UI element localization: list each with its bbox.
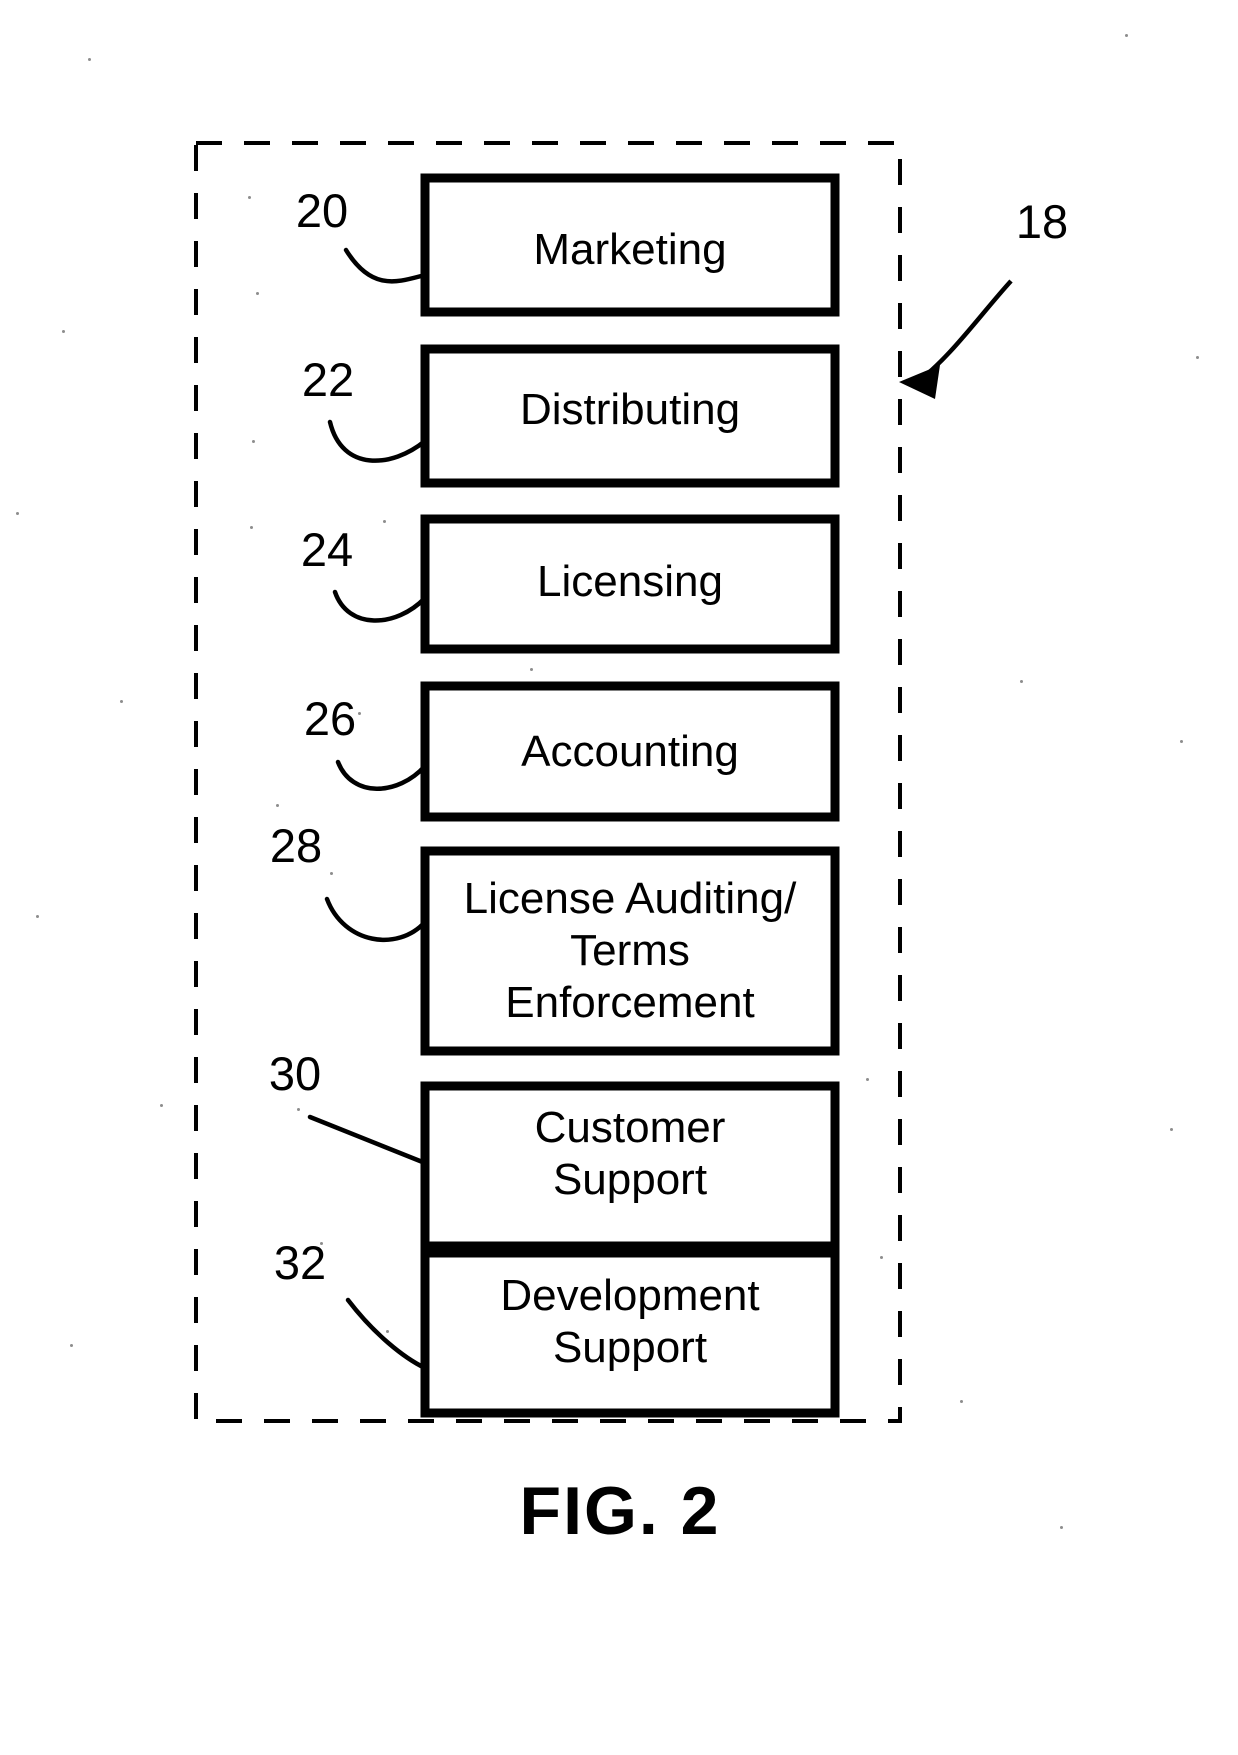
leader-line-26 [335,759,428,791]
node-label-development-support-line2: Support [553,1323,707,1372]
leader-line-20 [343,247,428,284]
patent-figure-page: 18 Marketing 20 Distributing 22 Licensin… [0,0,1238,1755]
reference-numeral-18: 18 [1016,195,1068,248]
node-group-30[interactable]: Customer Support 30 [269,1047,840,1251]
node-label-license-auditing-line3: Enforcement [505,978,754,1027]
node-group-20[interactable]: Marketing 20 [296,173,840,317]
leader-line-32 [345,1297,428,1371]
node-label-marketing: Marketing [533,225,726,274]
leader-line-24 [332,589,428,623]
node-label-customer-support-line2: Support [553,1155,707,1204]
leader-line-22 [327,419,428,463]
node-group-22[interactable]: Distributing 22 [302,344,840,488]
reference-numeral-26: 26 [304,692,356,745]
node-group-28[interactable]: License Auditing/ Terms Enforcement 28 [270,819,840,1056]
leader-line-28 [324,896,428,943]
node-group-32[interactable]: Development Support 32 [274,1236,840,1418]
reference-numeral-32: 32 [274,1236,326,1289]
reference-numeral-20: 20 [296,184,348,237]
figure-canvas: 18 Marketing 20 Distributing 22 Licensin… [194,141,1068,1549]
node-label-license-auditing-line1: License Auditing/ [464,874,797,923]
reference-numeral-28: 28 [270,819,322,872]
node-group-26[interactable]: Accounting 26 [304,681,840,822]
reference-numeral-22: 22 [302,353,354,406]
reference-18-arrowhead [899,365,940,399]
reference-numeral-24: 24 [301,523,353,576]
node-label-distributing: Distributing [520,385,740,434]
reference-numeral-30: 30 [269,1047,321,1100]
node-label-accounting: Accounting [521,727,739,776]
node-label-development-support-line1: Development [500,1271,759,1320]
node-group-24[interactable]: Licensing 24 [301,514,840,654]
node-label-license-auditing-line2: Terms [570,926,690,975]
reference-18-leader-line [914,279,1013,385]
node-label-customer-support-line1: Customer [535,1103,726,1152]
figure-caption: FIG. 2 [520,1473,721,1549]
node-label-licensing: Licensing [537,557,723,606]
leader-line-30 [307,1114,428,1166]
